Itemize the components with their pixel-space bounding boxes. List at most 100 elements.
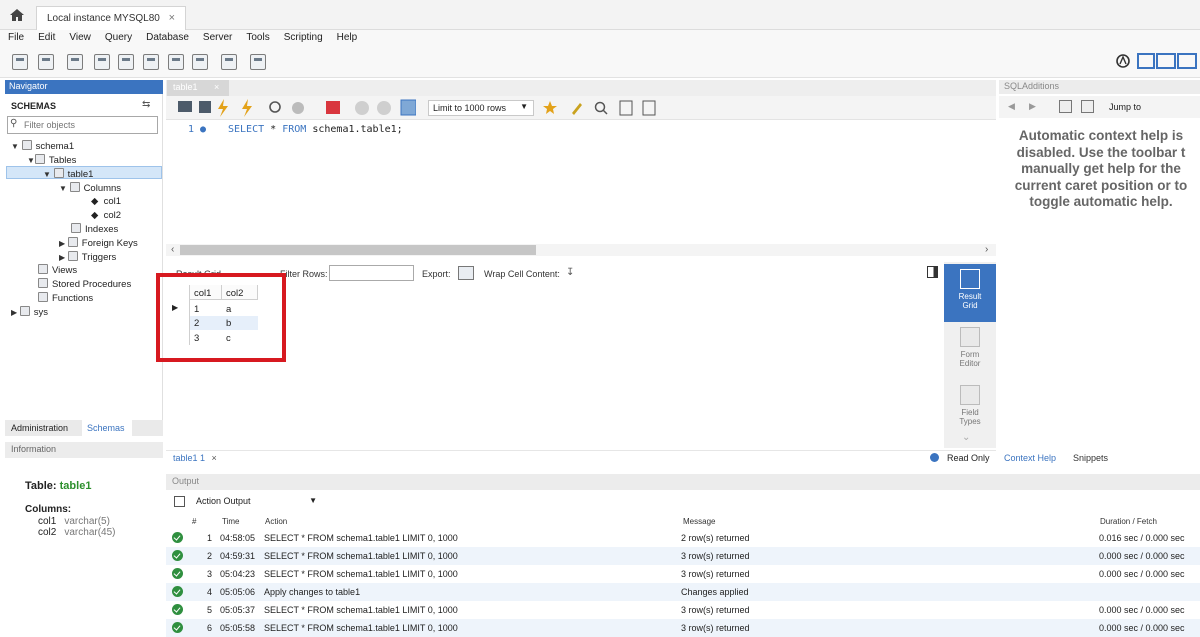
menu-edit[interactable]: Edit xyxy=(30,30,61,43)
create-table-icon[interactable] xyxy=(118,54,134,70)
forward-icon[interactable]: ▶ xyxy=(1029,101,1036,112)
menu-query[interactable]: Query xyxy=(97,30,138,43)
filter-rows-input[interactable] xyxy=(329,265,414,281)
schemas-label: SCHEMAS xyxy=(11,101,57,111)
close-tab-icon[interactable]: × xyxy=(212,453,217,463)
menu-help[interactable]: Help xyxy=(329,30,364,43)
tree-item-views[interactable]: Views xyxy=(38,264,77,276)
tree-item-col1[interactable]: ◆ col1 xyxy=(91,196,121,207)
expand-arrow-icon[interactable]: ▼ xyxy=(59,184,67,193)
toggle-panel-icon[interactable] xyxy=(927,266,938,278)
tab-schemas[interactable]: Schemas xyxy=(82,420,132,436)
search-table-data-icon[interactable] xyxy=(221,54,237,70)
refresh-schemas-icon[interactable]: ⇆ xyxy=(142,99,150,110)
success-icon xyxy=(172,586,183,597)
info-icon xyxy=(930,453,939,462)
create-schema-icon[interactable] xyxy=(94,54,110,70)
editor-toolbar-icons-right[interactable] xyxy=(542,100,660,116)
filter-objects-input[interactable] xyxy=(24,117,154,132)
tree-item-foreign-keys[interactable]: ▶ Foreign Keys xyxy=(59,237,138,249)
jump-to-label[interactable]: Jump to xyxy=(1109,102,1141,112)
foreign-keys-icon xyxy=(67,237,78,247)
sql-editor[interactable] xyxy=(166,120,996,244)
menu-tools[interactable]: Tools xyxy=(238,30,275,43)
wrap-cell-icon[interactable]: ↧ xyxy=(566,267,574,278)
expand-arrow-icon[interactable]: ▼ xyxy=(27,156,35,165)
menu-file[interactable]: File xyxy=(0,30,30,43)
sql-additions-header: SQLAdditions xyxy=(999,80,1200,94)
layout-toggle-icons[interactable] xyxy=(1115,52,1199,70)
tab-table1-editor[interactable]: table1 × xyxy=(167,80,229,96)
database-icon xyxy=(19,306,30,316)
tab-administration[interactable]: Administration xyxy=(11,423,68,433)
tree-item-triggers[interactable]: ▶ Triggers xyxy=(59,251,116,263)
output-row[interactable]: 5 05:05:37 SELECT * FROM schema1.table1 LI… xyxy=(166,601,1200,619)
read-only-label: Read Only xyxy=(947,453,990,463)
tree-item-stored-procedures[interactable]: Stored Procedures xyxy=(38,278,131,290)
menu-scripting[interactable]: Scripting xyxy=(276,30,329,43)
field-types-button[interactable]: Field Types xyxy=(944,385,996,426)
tree-item-sys[interactable]: ▶ sys xyxy=(11,306,48,318)
output-type-select[interactable]: Action Output ▼ xyxy=(193,494,321,510)
tab-local-instance[interactable]: Local instance MYSQL80 × xyxy=(36,6,186,30)
tree-item-tables[interactable]: ▼ Tables xyxy=(27,154,76,166)
copy-icon[interactable] xyxy=(174,496,185,507)
new-sql-tab-icon[interactable] xyxy=(12,54,28,70)
back-icon[interactable]: ◀ xyxy=(1008,101,1015,112)
database-icon xyxy=(21,140,32,150)
output-row[interactable]: 4 05:05:06 Apply changes to table1 Changes … xyxy=(166,583,1200,601)
tree-item-table1[interactable]: ▼ table1 xyxy=(43,168,93,180)
output-header: Output xyxy=(166,474,1200,490)
editor-tab-bar xyxy=(166,80,996,96)
tree-item-columns[interactable]: ▼ Columns xyxy=(59,182,121,194)
output-row[interactable]: 1 04:58:05 SELECT * FROM schema1.table1 LI… xyxy=(166,529,1200,547)
export-label: Export: xyxy=(422,269,451,279)
home-icon[interactable] xyxy=(10,9,24,21)
expand-arrow-icon[interactable]: ▼ xyxy=(43,170,51,179)
create-view-icon[interactable] xyxy=(143,54,159,70)
field-types-icon xyxy=(960,385,980,405)
menu-database[interactable]: Database xyxy=(138,30,195,43)
tree-item-functions[interactable]: Functions xyxy=(38,292,93,304)
collapse-arrow-icon[interactable]: ▶ xyxy=(59,239,65,248)
expand-arrow-icon[interactable]: ▼ xyxy=(11,142,19,151)
functions-icon xyxy=(38,292,48,302)
export-icon[interactable] xyxy=(458,266,474,280)
result-grid-button[interactable]: Result Grid xyxy=(944,264,996,322)
editor-toolbar-icons[interactable] xyxy=(166,96,417,120)
menu-server[interactable]: Server xyxy=(195,30,238,43)
scroll-down-icon[interactable]: ⌄ xyxy=(962,432,970,443)
reconnect-icon[interactable] xyxy=(250,54,266,70)
success-icon xyxy=(172,622,183,633)
limit-rows-select[interactable]: Limit to 1000 rows ▼ xyxy=(428,100,534,116)
tables-folder-icon xyxy=(34,154,45,164)
output-row[interactable]: 2 04:59:31 SELECT * FROM schema1.table1 LI… xyxy=(166,547,1200,565)
information-header: Information xyxy=(5,442,163,458)
create-function-icon[interactable] xyxy=(192,54,208,70)
auto-help-icon[interactable] xyxy=(1081,100,1094,113)
manual-help-icon[interactable] xyxy=(1059,100,1072,113)
open-sql-script-icon[interactable] xyxy=(38,54,54,70)
sql-statement[interactable]: SELECT * FROM schema1.table1; xyxy=(228,124,403,135)
tab-snippets[interactable]: Snippets xyxy=(1073,453,1108,463)
grid-icon xyxy=(960,269,980,289)
table-icon xyxy=(53,168,64,178)
tree-item-schema1[interactable]: ▼ schema1 xyxy=(11,140,74,152)
output-row[interactable]: 6 05:05:58 SELECT * FROM schema1.table1 LI… xyxy=(166,619,1200,637)
tab-result-table1[interactable]: table1 1 × xyxy=(173,453,217,463)
output-row[interactable]: 3 05:04:23 SELECT * FROM schema1.table1 LI… xyxy=(166,565,1200,583)
scrollbar-thumb[interactable] xyxy=(180,245,536,255)
tree-item-indexes[interactable]: Indexes xyxy=(71,223,118,235)
scroll-right-icon[interactable]: › xyxy=(985,244,988,255)
collapse-arrow-icon[interactable]: ▶ xyxy=(11,308,17,317)
form-editor-button[interactable]: Form Editor xyxy=(944,327,996,368)
menu-view[interactable]: View xyxy=(61,30,97,43)
close-tab-icon[interactable]: × xyxy=(214,82,219,92)
collapse-arrow-icon[interactable]: ▶ xyxy=(59,253,65,262)
inspect-object-icon[interactable] xyxy=(67,54,83,70)
create-procedure-icon[interactable] xyxy=(168,54,184,70)
close-tab-icon[interactable]: × xyxy=(169,12,175,24)
scroll-left-icon[interactable]: ‹ xyxy=(171,244,174,255)
tree-item-col2[interactable]: ◆ col2 xyxy=(91,210,121,221)
tab-context-help[interactable]: Context Help xyxy=(1004,453,1056,463)
